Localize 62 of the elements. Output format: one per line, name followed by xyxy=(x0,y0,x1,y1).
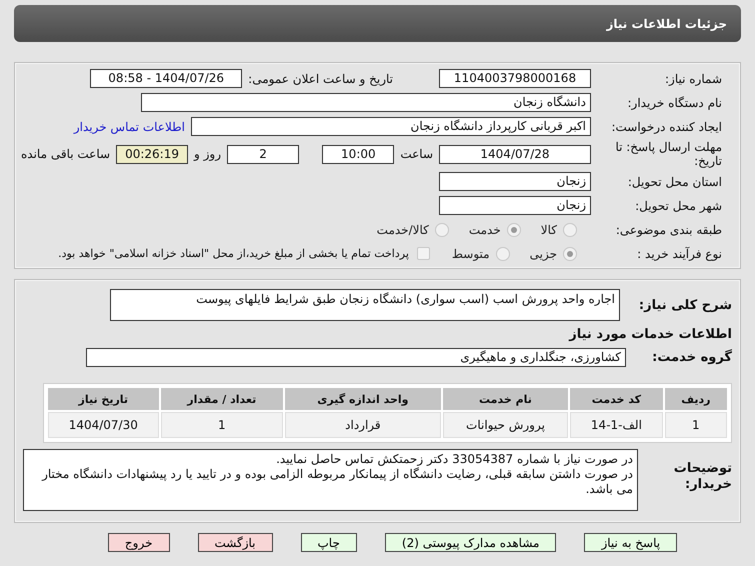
action-button[interactable]: چاپ xyxy=(300,533,357,552)
column-header: کد خدمت xyxy=(570,388,663,410)
field-label: تاریخ و ساعت اعلان عمومی: xyxy=(248,72,393,86)
remaining-label: ساعت باقی مانده xyxy=(21,147,110,161)
field-label: نام دستگاه خریدار: xyxy=(626,96,722,110)
column-header: نام خدمت xyxy=(442,388,568,410)
province-field[interactable]: زنجان xyxy=(439,172,591,191)
radio-label: جزیی xyxy=(530,246,557,260)
table-cell: 1 xyxy=(664,412,727,438)
field-label: شماره نیاز: xyxy=(664,72,722,86)
table-cell: قرارداد xyxy=(284,412,441,438)
remaining-time-field[interactable]: 00:26:19 xyxy=(116,144,188,164)
radio-label: کالا xyxy=(540,222,557,236)
need-number-field[interactable]: 1104003798000168 xyxy=(439,69,591,88)
action-button[interactable]: خروج xyxy=(108,533,170,552)
payment-note: پرداخت تمام یا بخشی از مبلغ خرید،از محل "اسناد خزانه اسلامی" خواهد بود. xyxy=(58,247,409,260)
notes-text: در صورت نیاز با شماره 33054387 دکتر زحمتکش تماس حاصل نمایید. xyxy=(275,452,633,467)
buyer-field[interactable]: دانشگاه زنجان xyxy=(141,93,591,112)
table-cell: الف-1-14 xyxy=(570,412,663,438)
column-header: تاریخ نیاز xyxy=(48,388,159,410)
notes-text: در صورت داشتن سابقه قبلی، رضایت دانشگاه از پیمانکار مربوطه الزامی بوده و در تایید یا رد پیشنهادات دانشگاه مختار می باشد. xyxy=(40,467,633,497)
field-label: نوع فرآیند خرید : xyxy=(636,246,722,260)
description-field[interactable]: اجاره واحد پرورش اسب (اسب سواری) دانشگاه زنجان طبق شرایط فایلهای پیوست xyxy=(110,289,620,321)
radio-button[interactable] xyxy=(506,222,521,236)
deadline-time-field[interactable]: 10:00 xyxy=(322,144,394,164)
table-cell: پرورش حیوانات xyxy=(442,412,568,438)
city-field[interactable]: زنجان xyxy=(439,196,591,215)
field-label: شهر محل تحویل: xyxy=(634,198,722,212)
field-label: ایجاد کننده درخواست: xyxy=(610,120,722,134)
field-label: توضیحات خریدار: xyxy=(672,460,732,493)
field-label: شرح کلی نیاز: xyxy=(638,298,732,312)
radio-label: کالا/خدمت xyxy=(376,222,429,236)
radio-button[interactable] xyxy=(496,246,510,260)
service-group-field[interactable]: کشاورزی، جنگلداری و ماهیگیری xyxy=(86,348,626,367)
checkbox[interactable] xyxy=(416,247,430,260)
days-field[interactable]: 2 xyxy=(227,144,300,164)
announce-date-field[interactable]: 1404/07/26 - 08:58 xyxy=(90,69,242,88)
buyer-contact-link[interactable]: اطلاعات تماس خریدار xyxy=(74,120,185,134)
time-label: ساعت xyxy=(400,147,433,161)
radio-label: متوسط xyxy=(452,246,490,260)
page-title: جزئیات اطلاعات نیاز xyxy=(606,16,727,30)
section-heading: اطلاعات خدمات مورد نیاز xyxy=(569,327,732,342)
action-button[interactable]: پاسخ به نیاز xyxy=(584,533,678,552)
days-label: روز و xyxy=(194,147,222,161)
action-button[interactable]: بازگشت xyxy=(198,533,272,552)
notes-field[interactable]: در صورت نیاز با شماره 33054387 دکتر زحمتکش تماس حاصل نمایید. در صورت داشتن سابقه قبلی، رضایت دانشگاه از پیمانکار مربوطه الزامی بوده و در تایید یا رد پیشنهادات دانشگاه مختار می باشد. xyxy=(23,449,638,511)
column-header: تعداد / مقدار xyxy=(160,388,283,410)
deadline-date-field[interactable]: 1404/07/28 xyxy=(439,144,591,164)
column-header: ردیف xyxy=(664,388,727,410)
table-cell: 1404/07/30 xyxy=(48,412,159,438)
field-label: گروه خدمت: xyxy=(651,350,732,365)
field-label: طبقه بندی موضوعی: xyxy=(614,222,722,236)
field-label: مهلت ارسال پاسخ: تا تاریخ: xyxy=(614,140,722,168)
creator-field[interactable]: اکبر قربانی کارپرداز دانشگاه زنجان xyxy=(191,117,591,136)
radio-button[interactable] xyxy=(563,246,577,260)
table-cell: 1 xyxy=(160,412,283,438)
radio-label: خدمت xyxy=(468,222,501,236)
radio-button[interactable] xyxy=(434,222,449,236)
column-header: واحد اندازه گیری xyxy=(284,388,441,410)
radio-button[interactable] xyxy=(563,222,577,236)
field-label: استان محل تحویل: xyxy=(626,174,722,188)
action-button[interactable]: مشاهده مدارک پیوستی (2) xyxy=(384,533,556,552)
